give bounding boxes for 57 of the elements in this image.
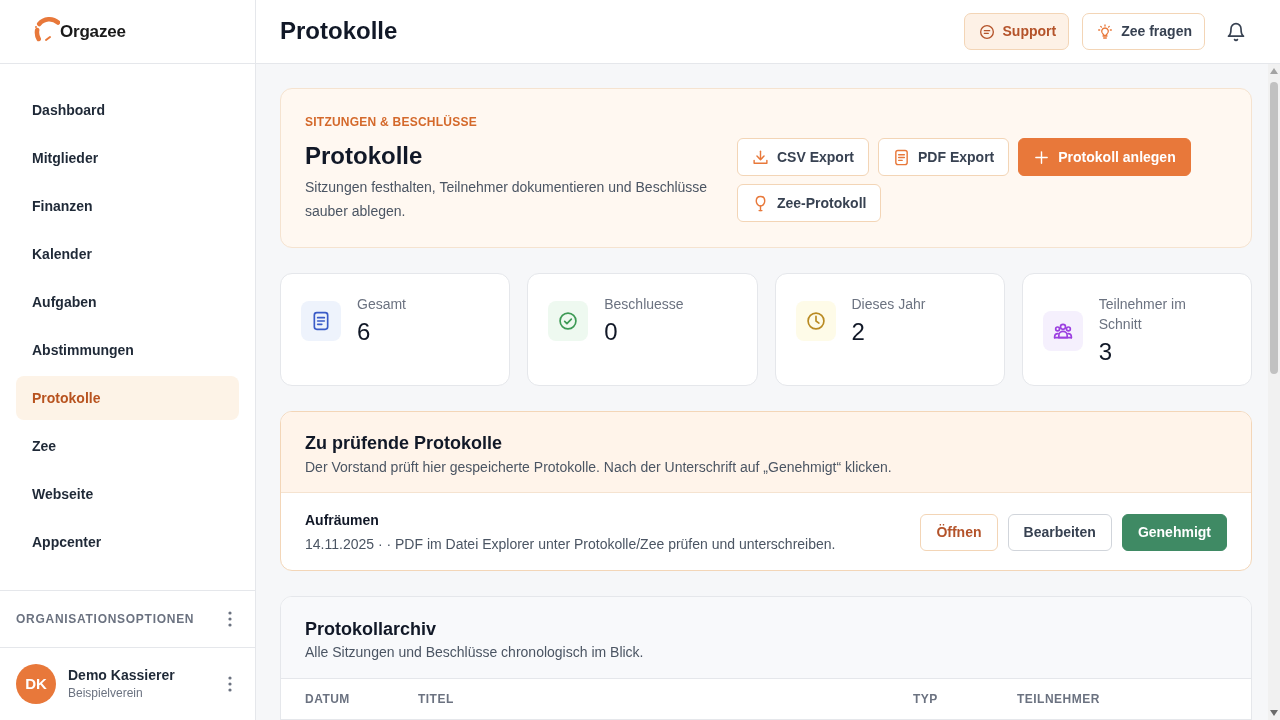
open-button[interactable]: Öffnen xyxy=(920,513,998,551)
stat-value: 6 xyxy=(357,317,372,347)
document-icon xyxy=(893,148,910,166)
download-icon xyxy=(752,148,769,166)
user-name: Demo Kassierer xyxy=(68,666,176,684)
assistant-protocol-button[interactable]: Zee-Protokoll xyxy=(737,184,882,222)
section-title: Protokolle xyxy=(305,141,424,170)
sidebar-item[interactable]: Mitglieder xyxy=(16,136,239,180)
bell-icon[interactable] xyxy=(1226,20,1246,43)
ask-button[interactable]: Zee fragen xyxy=(1082,13,1205,50)
protocol-details: 14.11.2025 · · PDF im Datei Explorer unter Protokolle/Zee prüfen und unterschreiben. xyxy=(305,535,836,554)
stat-label: Gesamt xyxy=(357,295,406,314)
sidebar-item[interactable]: Webseite xyxy=(16,472,239,516)
column-header: DATUM xyxy=(305,691,351,708)
lightbulb-icon xyxy=(1097,23,1114,40)
sidebar-item[interactable]: Zee xyxy=(16,424,239,468)
scrollbar[interactable] xyxy=(1268,64,1280,720)
stat-value: 3 xyxy=(1098,337,1114,367)
stat-value: 0 xyxy=(604,317,619,347)
page-title: Protokolle xyxy=(280,17,398,46)
panel-title: Protokollarchiv xyxy=(305,618,438,641)
pdf-export-button[interactable]: PDF Export xyxy=(878,138,1010,176)
edit-button[interactable]: Bearbeiten xyxy=(1007,513,1112,551)
stat-label: Teilnehmer im Schnitt xyxy=(1098,295,1187,334)
section-label: ORGANISATIONSOPTIONEN xyxy=(16,611,195,628)
eyebrow-label: SITZUNGEN & BESCHLÜSSE xyxy=(305,114,478,131)
user-avatar: DK xyxy=(16,664,56,704)
stat-value: 2 xyxy=(851,317,866,347)
sidebar-item[interactable]: Aufgaben xyxy=(16,280,239,324)
organization-name: Beispielverein xyxy=(68,685,144,702)
sidebar-item[interactable]: Abstimmungen xyxy=(16,328,239,372)
sidebar-item[interactable]: Finanzen xyxy=(16,184,239,228)
sidebar-item[interactable]: Dashboard xyxy=(16,88,239,132)
message-circle-icon xyxy=(978,23,995,40)
section-description: Sitzungen festhalten, Teilnehmer dokumentieren und Beschlüsse sauber ablegen. xyxy=(305,178,709,221)
sidebar-item[interactable]: Kalender xyxy=(16,232,239,276)
scrollbar-thumb[interactable] xyxy=(1270,82,1278,374)
column-header: TYP xyxy=(913,691,939,708)
panel-description: Der Vorstand prüft hier gespeicherte Protokolle. Nach der Unterschrift auf „Genehmigt“ klicken. xyxy=(305,458,893,477)
sidebar-item[interactable]: Protokolle xyxy=(16,376,239,420)
column-header: TITEL xyxy=(418,691,455,708)
approve-button[interactable]: Genehmigt xyxy=(1121,513,1227,551)
panel-description: Alle Sitzungen und Beschlüsse chronologisch im Blick. xyxy=(305,643,645,662)
scroll-down-icon[interactable] xyxy=(1270,710,1278,716)
brand-name: Orgazee xyxy=(60,20,126,43)
column-header: TEILNEHMER xyxy=(1017,691,1101,708)
csv-export-button[interactable]: CSV Export xyxy=(737,138,869,176)
support-button[interactable]: Support xyxy=(963,13,1070,50)
people-icon xyxy=(1042,311,1083,351)
clock-icon xyxy=(795,301,836,341)
document-icon xyxy=(301,301,341,341)
stat-label: Beschluesse xyxy=(604,295,684,314)
plus-icon xyxy=(1033,148,1051,166)
protocol-title: Aufräumen xyxy=(305,511,380,530)
stat-label: Dieses Jahr xyxy=(851,295,926,314)
sidebar-item[interactable]: Appcenter xyxy=(16,520,239,564)
panel-title: Zu prüfende Protokolle xyxy=(305,432,503,455)
